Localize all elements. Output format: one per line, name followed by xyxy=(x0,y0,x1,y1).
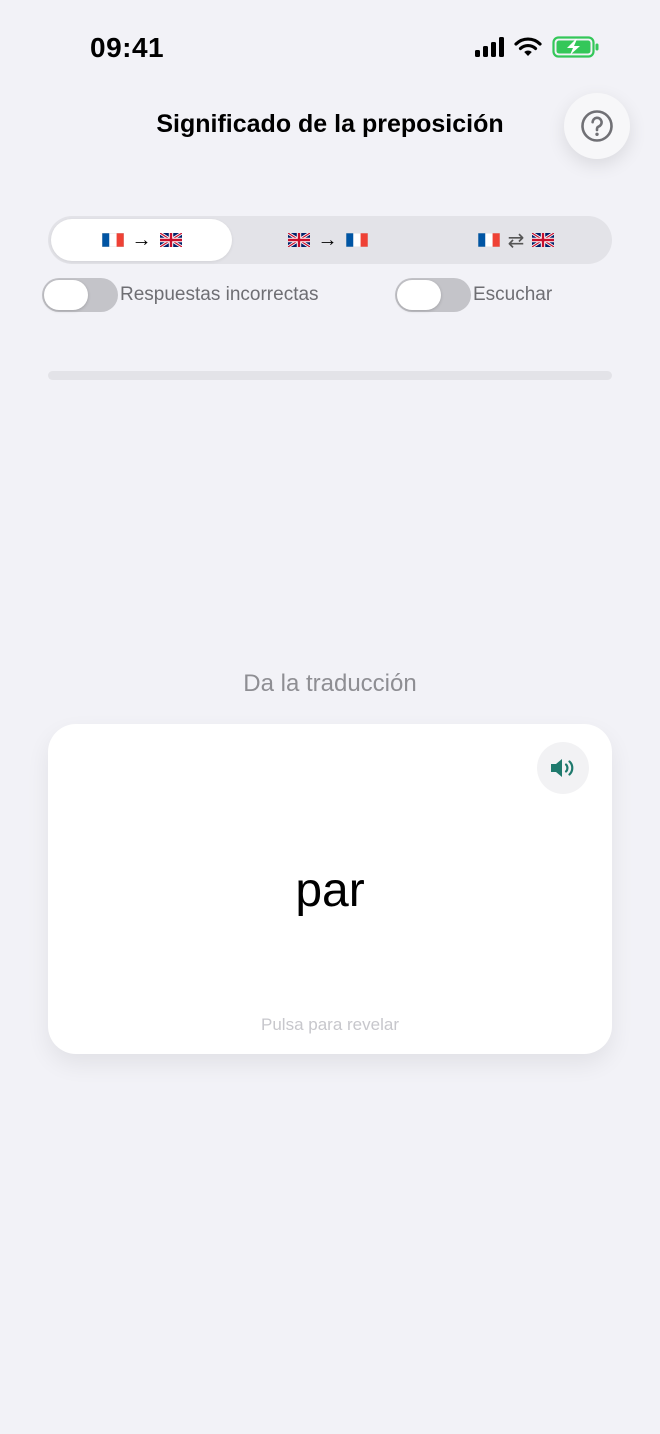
battery-charging-icon xyxy=(552,36,599,58)
listen-label: Escuchar xyxy=(473,284,553,305)
direction-fr-to-en-option[interactable]: → xyxy=(51,219,232,261)
status-time: 09:41 xyxy=(90,32,165,63)
listen-toggle[interactable] xyxy=(395,278,471,312)
question-mark-icon xyxy=(581,110,613,142)
french-flag-icon xyxy=(477,233,500,247)
toggle-knob xyxy=(397,280,441,310)
direction-arrow: → xyxy=(317,228,338,251)
direction-selector: → → ⇄ xyxy=(48,216,612,264)
play-audio-button[interactable] xyxy=(537,742,589,794)
progress-bar xyxy=(48,371,612,380)
direction-arrow: → xyxy=(131,228,152,251)
french-flag-icon xyxy=(345,233,368,247)
swap-arrow: ⇄ xyxy=(507,229,525,252)
wifi-icon xyxy=(514,37,542,56)
cellular-signal-icon xyxy=(475,37,504,57)
quiz-prompt: Da la traducción xyxy=(243,670,417,697)
toggle-knob xyxy=(44,280,88,310)
wrong-answers-label: Respuestas incorrectas xyxy=(120,284,319,305)
flashcard-word: par xyxy=(295,864,365,917)
wrong-answers-toggle[interactable] xyxy=(42,278,118,312)
status-icons xyxy=(475,36,600,58)
reveal-hint: Pulsa para revelar xyxy=(261,1015,399,1034)
flashcard[interactable]: par Pulsa para revelar xyxy=(48,724,612,1054)
direction-en-to-fr-option[interactable]: → xyxy=(237,219,418,261)
help-button[interactable] xyxy=(564,93,630,159)
listen-setting: Escuchar xyxy=(395,278,552,312)
page-title: Significado de la preposición xyxy=(156,110,504,138)
direction-both-option[interactable]: ⇄ xyxy=(423,219,609,261)
speaker-icon xyxy=(551,759,574,777)
uk-flag-icon xyxy=(287,233,310,247)
wrong-answers-setting: Respuestas incorrectas xyxy=(42,278,319,312)
french-flag-icon xyxy=(101,233,124,247)
uk-flag-icon xyxy=(159,233,182,247)
uk-flag-icon xyxy=(532,233,555,247)
